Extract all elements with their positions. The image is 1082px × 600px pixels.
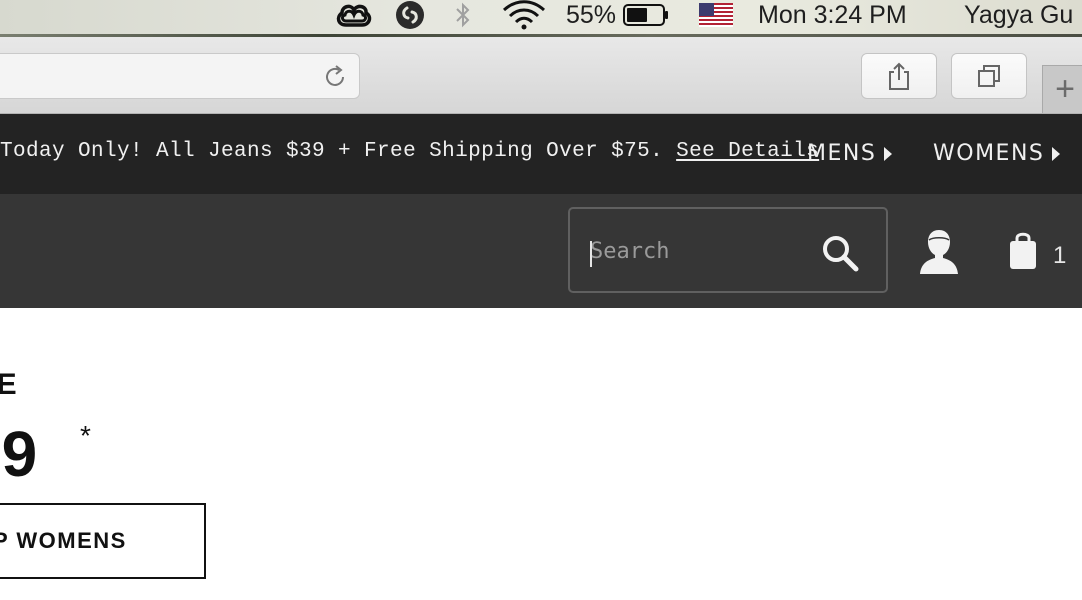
nav-mens-label: MENS [807,141,877,166]
plus-icon: + [1055,70,1075,108]
creative-cloud-icon[interactable] [334,0,374,30]
shazam-icon[interactable] [394,0,426,30]
promo-bar: Today Only! All Jeans $39 + Free Shippin… [0,114,1082,194]
caret-right-icon [1052,146,1061,161]
shop-womens-button[interactable]: P WOMENS [0,503,206,579]
address-bar[interactable] [0,53,360,99]
show-tabs-button[interactable] [951,53,1027,99]
account-icon[interactable] [917,228,961,274]
search-input[interactable] [590,229,810,273]
bluetooth-icon[interactable] [454,0,472,30]
share-icon [889,62,909,90]
shop-womens-label: P WOMENS [0,528,127,553]
share-button[interactable] [861,53,937,99]
see-details-link[interactable]: See Details [676,140,819,163]
menubar-clock[interactable]: Mon 3:24 PM [758,1,907,30]
bag-count[interactable]: 1 [1053,242,1066,270]
site-header: 1 [0,194,1082,308]
hero-price: 39 [0,418,38,490]
text-caret [590,241,592,267]
tabs-overview-icon [978,65,1000,87]
nav-mens[interactable]: MENS [807,141,893,166]
hero-asterisk: * [80,420,91,451]
battery-percent: 55% [566,0,617,29]
search-icon[interactable] [820,233,860,273]
nav-womens[interactable]: WOMENS [933,141,1061,166]
browser-toolbar: + [0,37,1082,114]
nav-womens-label: WOMENS [933,141,1045,166]
search-box[interactable] [568,207,888,293]
new-tab-button[interactable]: + [1042,65,1082,113]
battery-icon[interactable] [622,0,670,30]
menubar-user[interactable]: Yagya Gu [964,1,1073,30]
us-flag-icon[interactable] [699,0,733,30]
reload-icon[interactable] [321,63,349,91]
hero-kicker: NE [0,368,18,401]
wifi-icon[interactable] [502,0,546,30]
shopping-bag-icon[interactable] [1007,230,1039,270]
promo-message: Today Only! All Jeans $39 + Free Shippin… [0,140,664,163]
caret-right-icon [884,146,893,161]
promo-message-row: Today Only! All Jeans $39 + Free Shippin… [0,140,819,163]
menu-bar: 55% Mon 3:24 PM Yagya Gu [0,0,1082,37]
